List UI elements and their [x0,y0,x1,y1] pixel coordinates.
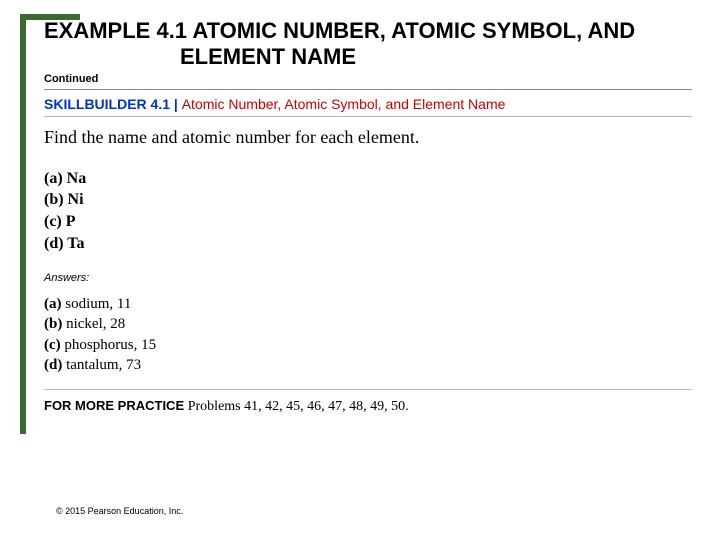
skillbuilder-bold: SKILLBUILDER 4.1 | [44,96,182,112]
answer-label: (d) [44,357,62,373]
divider [44,116,692,117]
answer-label: (c) [44,337,61,353]
question-items: (a) Na (b) Ni (c) P (d) Ta [44,168,692,254]
answers-list: (a) sodium, 11 (b) nickel, 28 (c) phosph… [44,294,692,375]
list-item: (b) nickel, 28 [44,314,692,334]
more-practice: FOR MORE PRACTICE Problems 41, 42, 45, 4… [44,398,692,415]
list-item: (d) Ta [44,233,692,255]
answer-label: (b) [44,316,62,332]
skillbuilder-heading: SKILLBUILDER 4.1 | Atomic Number, Atomic… [44,96,692,112]
answer-value: tantalum, 73 [62,357,141,373]
list-item: (c) phosphorus, 15 [44,335,692,355]
continued-label: Continued [44,73,692,85]
more-practice-rest: Problems 41, 42, 45, 46, 47, 48, 49, 50. [188,399,409,414]
answer-value: sodium, 11 [62,296,132,312]
skillbuilder-rest: Atomic Number, Atomic Symbol, and Elemen… [182,96,506,112]
accent-horizontal-bar [20,14,80,20]
slide-content: EXAMPLE 4.1 ATOMIC NUMBER, ATOMIC SYMBOL… [36,18,692,415]
answer-label: (a) [44,296,62,312]
answer-value: nickel, 28 [62,316,125,332]
accent-vertical-bar [20,14,26,434]
list-item: (d) tantalum, 73 [44,355,692,375]
divider [44,89,692,90]
list-item: (a) Na [44,168,692,190]
copyright-text: © 2015 Pearson Education, Inc. [56,506,183,516]
list-item: (a) sodium, 11 [44,294,692,314]
instruction-text: Find the name and atomic number for each… [44,127,692,148]
title-line-2: ELEMENT NAME [44,44,692,70]
list-item: (c) P [44,211,692,233]
answer-value: phosphorus, 15 [61,337,156,353]
answers-label: Answers: [44,272,692,284]
divider [44,389,692,390]
more-practice-bold: FOR MORE PRACTICE [44,398,188,413]
list-item: (b) Ni [44,189,692,211]
title-line-1: EXAMPLE 4.1 ATOMIC NUMBER, ATOMIC SYMBOL… [44,18,692,44]
example-title: EXAMPLE 4.1 ATOMIC NUMBER, ATOMIC SYMBOL… [44,18,692,71]
